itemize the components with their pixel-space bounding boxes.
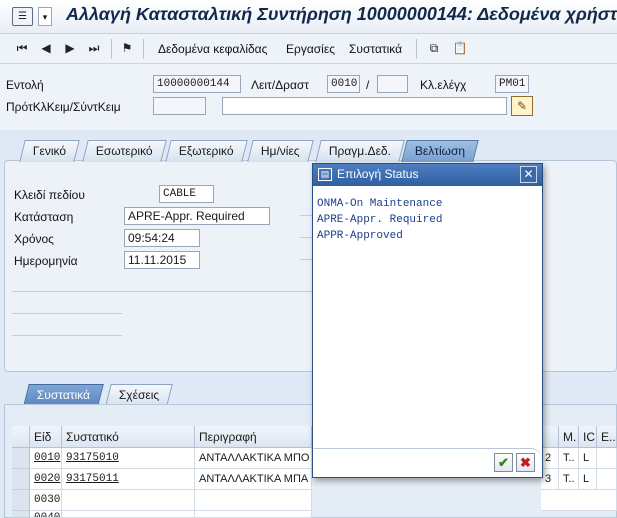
status-option-onma[interactable]: ONMA-On Maintenance xyxy=(317,198,442,210)
table-row-description[interactable] xyxy=(195,490,312,511)
row-selector[interactable] xyxy=(12,469,30,490)
date-label: Ημερομηνία xyxy=(14,254,78,268)
time-field[interactable]: 09:54:24 xyxy=(124,229,200,247)
status-selection-dialog xyxy=(312,163,543,478)
control-key-field[interactable]: PM01 xyxy=(495,75,529,93)
date-field[interactable]: 11.11.2015 xyxy=(124,251,200,269)
hierarchy-icon[interactable]: ⧉ xyxy=(426,40,442,56)
flag-icon[interactable]: ⚑ xyxy=(119,40,135,56)
table-row-description[interactable]: ΑΝΤΑΛΛΑΚΤΙΚΑ ΜΠΑ xyxy=(195,469,312,490)
close-icon[interactable]: ✕ xyxy=(520,166,537,183)
table-row-component[interactable]: 93175011 xyxy=(62,469,195,490)
divider xyxy=(300,237,312,238)
operation-label: Λειτ/Δραστ xyxy=(251,78,310,92)
column-header-item[interactable]: Είδ xyxy=(30,426,62,448)
work-center-field[interactable] xyxy=(153,97,206,115)
divider xyxy=(300,259,312,260)
first-page-icon[interactable]: ⏮ xyxy=(14,40,30,56)
operation-field[interactable]: 0010 xyxy=(327,75,360,93)
order-label: Εντολή xyxy=(6,78,44,92)
divider xyxy=(300,215,312,216)
table-row-ic[interactable]: L xyxy=(579,469,597,490)
table-row-component[interactable] xyxy=(62,511,195,518)
header-data-button[interactable]: Δεδομένα κεφαλίδας xyxy=(158,40,267,58)
components-button[interactable]: Συστατικά xyxy=(349,40,402,58)
table-row-item[interactable]: 0040 xyxy=(30,511,62,518)
system-menu-icon[interactable]: ☰ xyxy=(12,7,33,26)
column-header-e[interactable]: E.. xyxy=(597,426,617,448)
control-key-label: Κλ.ελέγχ xyxy=(420,78,467,92)
field-key-field[interactable]: CABLE xyxy=(159,185,214,203)
toolbar-separator xyxy=(143,39,144,59)
table-row-component[interactable] xyxy=(62,490,195,511)
operation-separator: / xyxy=(366,78,370,92)
table-row-ic[interactable]: L xyxy=(579,448,597,469)
operation-description-field[interactable] xyxy=(222,97,507,115)
select-all-column[interactable] xyxy=(12,426,30,448)
system-menu-dropdown-icon[interactable]: ▾ xyxy=(38,7,52,26)
table-row-component[interactable]: 93175010 xyxy=(62,448,195,469)
table-row-item[interactable]: 0010 xyxy=(30,448,62,469)
status-label: Κατάσταση xyxy=(14,210,74,224)
table-row-item[interactable]: 0030 xyxy=(30,490,62,511)
table-row-qty[interactable]: 2 xyxy=(541,448,559,469)
table-row-item[interactable]: 0020 xyxy=(30,469,62,490)
column-header-description[interactable]: Περιγραφή xyxy=(195,426,312,448)
row-selector[interactable] xyxy=(12,511,30,518)
cancel-button[interactable]: ✖ xyxy=(516,453,535,472)
status-option-apre[interactable]: APRE-Appr. Required xyxy=(317,214,442,226)
tab-relations[interactable]: Σχέσεις xyxy=(105,384,174,406)
divider xyxy=(12,291,312,292)
operations-button[interactable]: Εργασίες xyxy=(286,40,335,58)
table-row-e[interactable] xyxy=(597,448,617,469)
table-row-m[interactable]: T.. xyxy=(559,448,579,469)
time-label: Χρόνος xyxy=(14,232,54,246)
tab-internal[interactable]: Εσωτερικό xyxy=(82,140,167,162)
table-row-qty[interactable]: 3 xyxy=(541,469,559,490)
next-page-icon[interactable]: ▶ xyxy=(62,40,78,56)
last-page-icon[interactable]: ⏭ xyxy=(86,40,102,56)
tab-actual-data[interactable]: Πραγμ.Δεδ. xyxy=(315,140,405,162)
column-header-ic[interactable]: IC xyxy=(579,426,597,448)
suboperation-field[interactable] xyxy=(377,75,408,93)
tab-components[interactable]: Συστατικά xyxy=(23,384,104,406)
divider xyxy=(12,313,122,314)
status-field[interactable]: APRE-Appr. Required xyxy=(124,207,270,225)
cancel-icon: ✖ xyxy=(520,455,531,470)
field-key-label: Κλειδί πεδίου xyxy=(14,188,85,202)
status-option-appr[interactable]: APPR-Approved xyxy=(317,230,403,242)
table-row-description[interactable]: ΑΝΤΑΛΛΑΚΤΙΚΑ ΜΠΟ xyxy=(195,448,312,469)
table-row-description[interactable] xyxy=(195,511,312,518)
window-title: Αλλαγή Κατασταλτική Συντήρηση 1000000014… xyxy=(66,4,617,24)
divider xyxy=(12,335,122,336)
column-header-m[interactable]: M. xyxy=(559,426,579,448)
row-selector[interactable] xyxy=(12,448,30,469)
dialog-window-icon: ▤ xyxy=(318,168,332,181)
checkmark-icon: ✔ xyxy=(498,455,509,470)
toolbar-separator xyxy=(111,39,112,59)
tab-dates[interactable]: Ημ/νίες xyxy=(247,140,314,162)
clipboard-icon[interactable]: 📋 xyxy=(452,40,468,56)
work-center-label: ΠρότΚλΚειμ/ΣύντΚειμ xyxy=(6,100,121,114)
confirm-button[interactable]: ✔ xyxy=(494,453,513,472)
long-text-edit-button[interactable]: ✎ xyxy=(511,96,533,116)
order-field[interactable]: 10000000144 xyxy=(153,75,241,93)
tab-enhancement[interactable]: Βελτίωση xyxy=(401,140,479,162)
table-row-empty[interactable] xyxy=(541,490,617,511)
row-selector[interactable] xyxy=(12,490,30,511)
table-row-m[interactable]: T.. xyxy=(559,469,579,490)
toolbar-separator xyxy=(416,39,417,59)
dialog-title: Επιλογή Status xyxy=(337,167,419,181)
column-header-qty[interactable] xyxy=(541,426,559,448)
tab-general[interactable]: Γενικό xyxy=(19,140,80,162)
column-header-component[interactable]: Συστατικό xyxy=(62,426,195,448)
previous-page-icon[interactable]: ◀ xyxy=(38,40,54,56)
tab-external[interactable]: Εξωτερικό xyxy=(165,140,248,162)
table-row-e[interactable] xyxy=(597,469,617,490)
pencil-icon: ✎ xyxy=(516,99,528,113)
